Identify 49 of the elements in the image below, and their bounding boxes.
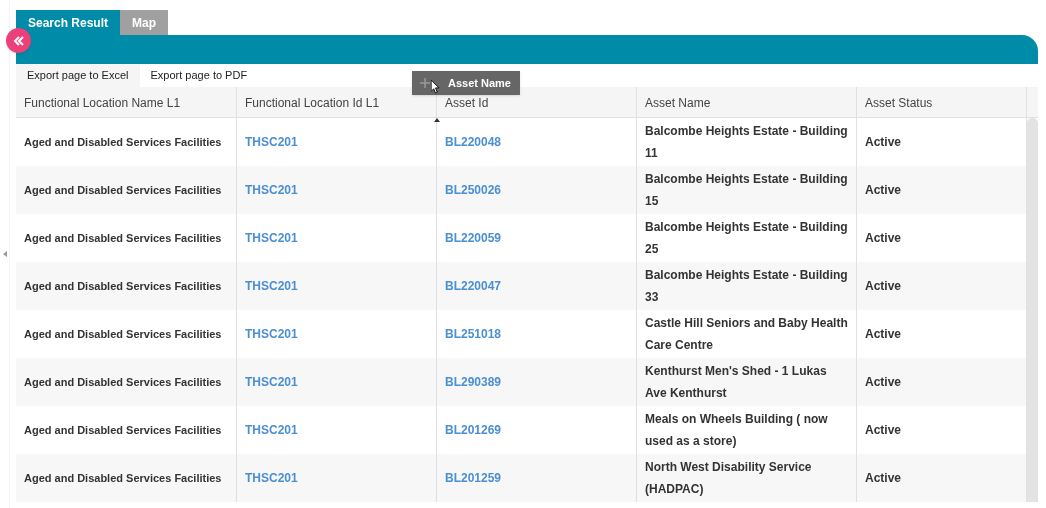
table-cell-text: Active [865,278,902,295]
table-cell-text: Aged and Disabled Services Facilities [24,471,222,486]
table-cell-text: Active [865,470,902,487]
table-cell-text: Active [865,230,902,247]
plus-icon [420,78,430,88]
table-cell-text: Active [865,134,902,151]
table-link[interactable]: BL251018 [445,323,502,345]
tab[interactable]: Search Result [16,10,121,35]
table-link[interactable]: BL201269 [445,419,502,441]
table-cell-text: Aged and Disabled Services Facilities [24,231,222,246]
table-cell-text: Aged and Disabled Services Facilities [24,327,222,342]
table-link[interactable]: THSC201 [245,179,298,201]
table-link[interactable]: THSC201 [245,323,298,345]
table-link[interactable]: THSC201 [245,275,298,297]
table-link[interactable]: BL201259 [445,467,502,489]
collapse-handle-icon[interactable] [2,251,7,257]
collapse-button[interactable] [6,28,31,53]
table-cell-text: Aged and Disabled Services Facilities [24,423,222,438]
table-link[interactable]: THSC201 [245,419,298,441]
table-cell-text: Balcombe Heights Estate - Building 33 [645,267,848,306]
table-cell-text: Active [865,422,902,439]
table-cell-text: Aged and Disabled Services Facilities [24,135,222,150]
table-link[interactable]: BL220048 [445,131,502,153]
double-chevron-left-icon [12,35,25,46]
tab[interactable]: Map [120,10,169,35]
table-link[interactable]: THSC201 [245,227,298,249]
table-cell-text: Active [865,182,902,199]
table-link[interactable]: BL220047 [445,275,502,297]
table-cell-text: Meals on Wheels Building ( now used as a store) [645,411,829,450]
table-link[interactable]: THSC201 [245,467,298,489]
table-cell-text: Active [865,374,902,391]
table-link[interactable]: THSC201 [245,131,298,153]
table-link[interactable]: BL250026 [445,179,502,201]
table-link[interactable]: BL290389 [445,371,502,393]
column-header[interactable]: Functional Location Name L1 [16,87,237,117]
table-cell-text: Aged and Disabled Services Facilities [24,183,222,198]
table-cell-text: North West Disability Service (HADPAC) [645,459,813,498]
table-link[interactable]: BL220059 [445,227,502,249]
table-cell-text: Balcombe Heights Estate - Building 25 [645,219,848,258]
table-cell-text: Active [865,326,902,343]
table-link[interactable]: THSC201 [245,371,298,393]
table-cell-text: Balcombe Heights Estate - Building 15 [645,171,848,210]
column-header[interactable]: Asset Name [637,87,857,117]
export-button[interactable]: Export page to Excel [16,64,140,87]
table-cell-text: Kenthurst Men's Shed - 1 Lukas Ave Kenthurst [645,363,828,402]
table-cell-text: Castle Hill Seniors and Baby Health Care Centre [645,315,848,354]
table-cell-text: Aged and Disabled Services Facilities [24,375,222,390]
table-cell-text: Balcombe Heights Estate - Building 11 [645,123,848,162]
table-cell-text: Aged and Disabled Services Facilities [24,279,222,294]
